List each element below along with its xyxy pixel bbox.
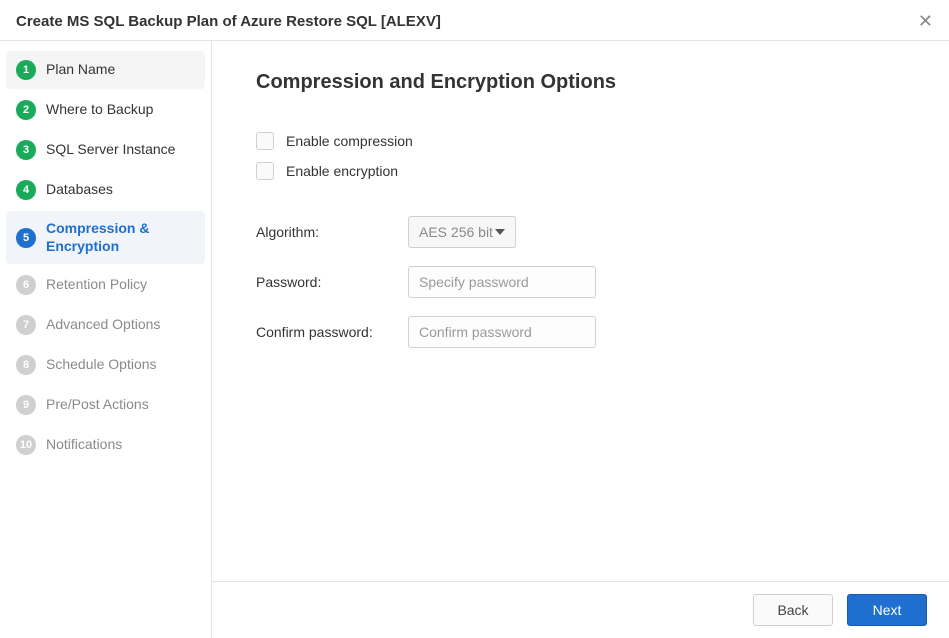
content-area: Compression and Encryption Options Enabl…: [212, 41, 949, 582]
step-label: Advanced Options: [46, 316, 160, 334]
algorithm-value: AES 256 bit: [419, 224, 493, 240]
close-icon[interactable]: ✕: [918, 12, 933, 30]
password-row: Password:: [256, 266, 905, 298]
step-number-badge: 5: [16, 228, 36, 248]
main-panel: Compression and Encryption Options Enabl…: [212, 41, 949, 638]
enable-encryption-row: Enable encryption: [256, 162, 905, 180]
confirm-password-row: Confirm password:: [256, 316, 905, 348]
wizard-window: Create MS SQL Backup Plan of Azure Resto…: [0, 0, 949, 638]
step-label: Compression & Encryption: [46, 220, 195, 255]
chevron-down-icon: [495, 229, 505, 235]
step-retention-policy[interactable]: 6 Retention Policy: [6, 266, 205, 304]
step-compression-encryption[interactable]: 5 Compression & Encryption: [6, 211, 205, 264]
step-number-badge: 6: [16, 275, 36, 295]
body: 1 Plan Name 2 Where to Backup 3 SQL Serv…: [0, 41, 949, 638]
step-label: Retention Policy: [46, 276, 147, 294]
enable-encryption-label: Enable encryption: [286, 163, 398, 179]
step-number-badge: 3: [16, 140, 36, 160]
next-button[interactable]: Next: [847, 594, 927, 626]
page-title: Compression and Encryption Options: [256, 71, 905, 94]
step-plan-name[interactable]: 1 Plan Name: [6, 51, 205, 89]
footer: Back Next: [212, 582, 949, 638]
step-label: Databases: [46, 181, 113, 199]
step-number-badge: 1: [16, 60, 36, 80]
step-label: Where to Backup: [46, 101, 153, 119]
algorithm-label: Algorithm:: [256, 224, 408, 240]
step-notifications[interactable]: 10 Notifications: [6, 426, 205, 464]
enable-compression-row: Enable compression: [256, 132, 905, 150]
form-rows: Algorithm: AES 256 bit Password: Confirm…: [256, 216, 905, 348]
step-databases[interactable]: 4 Databases: [6, 171, 205, 209]
step-advanced-options[interactable]: 7 Advanced Options: [6, 306, 205, 344]
enable-compression-label: Enable compression: [286, 133, 413, 149]
step-number-badge: 8: [16, 355, 36, 375]
confirm-password-label: Confirm password:: [256, 324, 408, 340]
step-label: Plan Name: [46, 61, 115, 79]
algorithm-row: Algorithm: AES 256 bit: [256, 216, 905, 248]
step-pre-post-actions[interactable]: 9 Pre/Post Actions: [6, 386, 205, 424]
step-label: Schedule Options: [46, 356, 157, 374]
step-label: Notifications: [46, 436, 122, 454]
step-label: Pre/Post Actions: [46, 396, 149, 414]
step-number-badge: 10: [16, 435, 36, 455]
back-button[interactable]: Back: [753, 594, 833, 626]
enable-compression-checkbox[interactable]: [256, 132, 274, 150]
password-input[interactable]: [408, 266, 596, 298]
password-label: Password:: [256, 274, 408, 290]
step-label: SQL Server Instance: [46, 141, 175, 159]
step-where-to-backup[interactable]: 2 Where to Backup: [6, 91, 205, 129]
step-number-badge: 4: [16, 180, 36, 200]
step-schedule-options[interactable]: 8 Schedule Options: [6, 346, 205, 384]
algorithm-select[interactable]: AES 256 bit: [408, 216, 516, 248]
step-number-badge: 7: [16, 315, 36, 335]
step-number-badge: 2: [16, 100, 36, 120]
confirm-password-input[interactable]: [408, 316, 596, 348]
wizard-sidebar: 1 Plan Name 2 Where to Backup 3 SQL Serv…: [0, 41, 212, 638]
enable-encryption-checkbox[interactable]: [256, 162, 274, 180]
window-title: Create MS SQL Backup Plan of Azure Resto…: [16, 13, 441, 30]
titlebar: Create MS SQL Backup Plan of Azure Resto…: [0, 0, 949, 41]
step-number-badge: 9: [16, 395, 36, 415]
step-sql-server-instance[interactable]: 3 SQL Server Instance: [6, 131, 205, 169]
